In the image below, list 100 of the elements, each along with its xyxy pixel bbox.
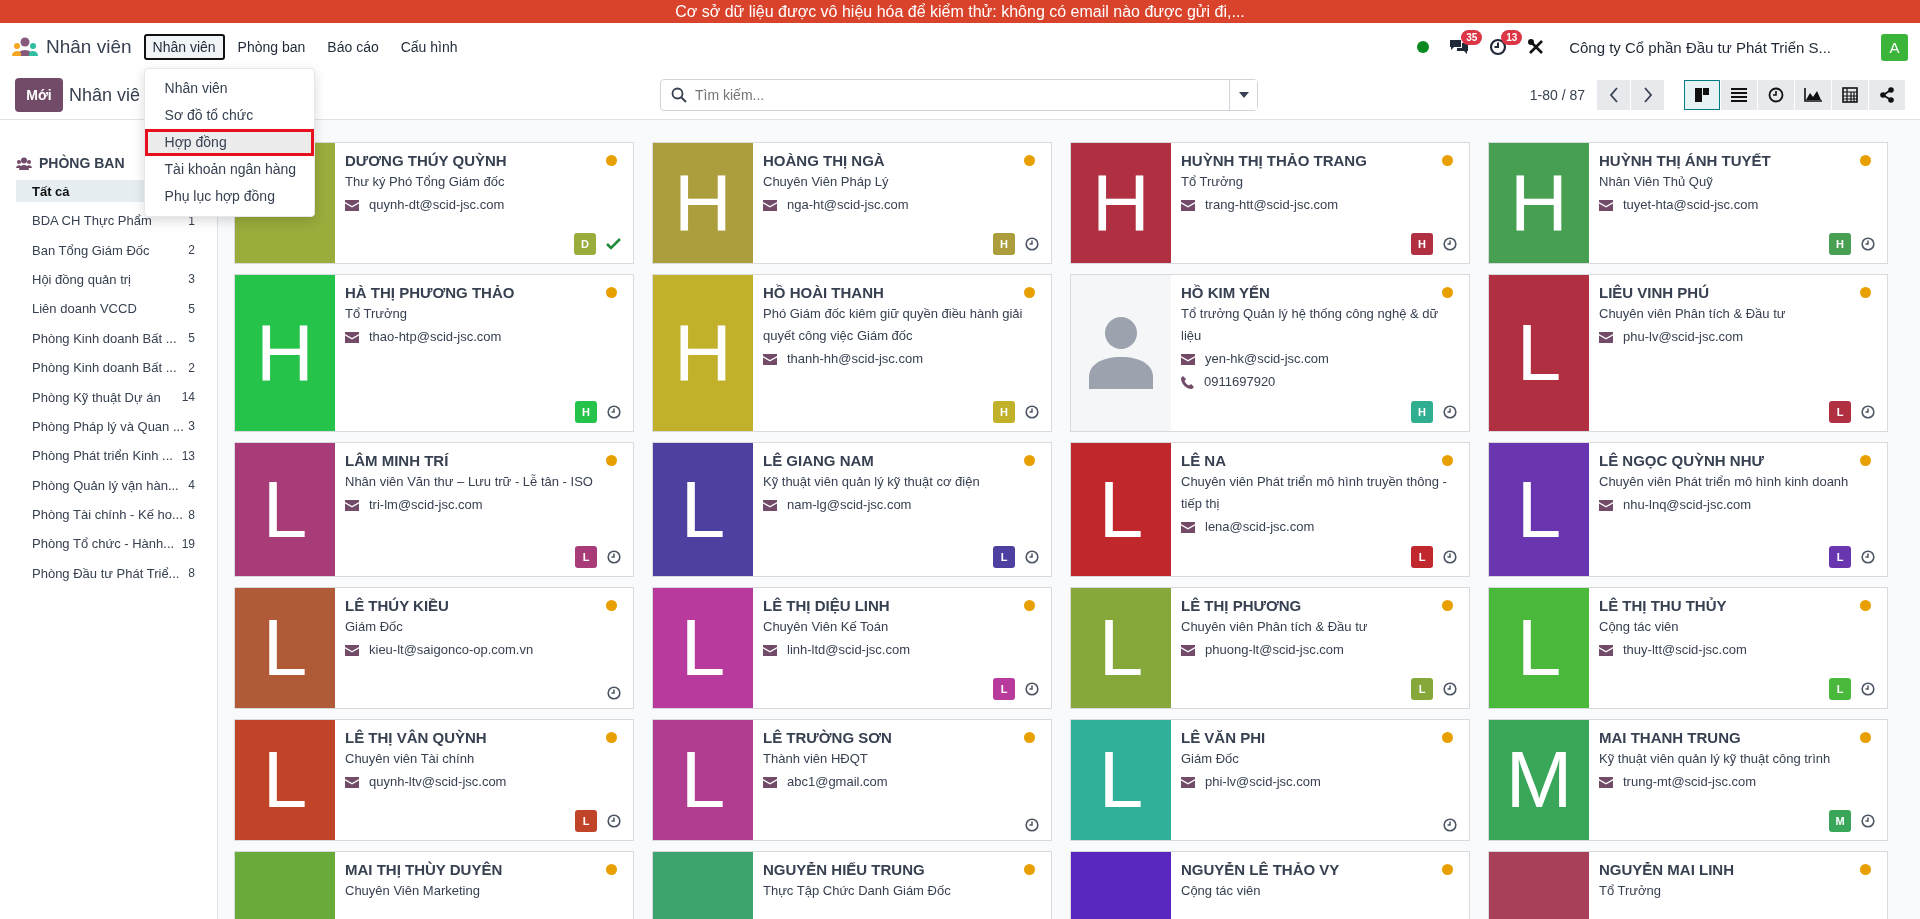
menu-item[interactable]: Báo cáo xyxy=(318,34,388,60)
department-item[interactable]: Phòng Quản lý vận hàn... 4 xyxy=(16,470,209,500)
clock-icon[interactable] xyxy=(1861,682,1875,696)
department-item[interactable]: Phòng Kinh doanh Bất ... 2 xyxy=(16,352,209,383)
search-input[interactable]: Tìm kiếm... xyxy=(693,86,1229,104)
employee-card[interactable]: H HOÀNG THỊ NGÀ Chuyên Viên Pháp Lý nga-ht@scid-jsc.com H xyxy=(652,142,1052,264)
employee-card[interactable]: H HỒ HOÀI THANH Phó Giám đốc kiêm giữ quyền điều hành giải quyết công việc Giám đốc thanh-hh@scid-jsc.com H xyxy=(652,274,1052,432)
tools-icon[interactable] xyxy=(1527,38,1546,56)
company-switcher[interactable]: Công ty Cổ phần Đầu tư Phát Triển S... xyxy=(1569,38,1831,56)
dropdown-item[interactable]: Nhân viên xyxy=(144,75,314,102)
clock-icon[interactable] xyxy=(1489,38,1508,56)
pivot-view-button[interactable] xyxy=(1832,80,1868,110)
share-icon xyxy=(1879,87,1895,103)
employee-card[interactable]: L LÊ THỊ DIỆU LINH Chuyên Viên Kế Toán linh-ltd@scid-jsc.com L xyxy=(652,587,1052,709)
clock-icon[interactable] xyxy=(1443,682,1457,696)
department-count: 19 xyxy=(181,537,195,551)
hierarchy-view-button[interactable] xyxy=(1869,80,1905,110)
employee-card[interactable]: L LIÊU VINH PHÚ Chuyên viên Phân tích & Đầu tư phu-lv@scid-jsc.com L xyxy=(1488,274,1888,432)
clock-icon[interactable] xyxy=(1443,550,1457,564)
employee-name: NGUYỄN MAI LINH xyxy=(1599,861,1734,878)
department-item[interactable]: Phòng Phát triển Kinh ... 13 xyxy=(16,441,209,471)
employee-card[interactable]: L LÊ GIANG NAM Kỹ thuật viên quản lý kỹ thuật cơ điện nam-lg@scid-jsc.com L xyxy=(652,442,1052,577)
employee-card[interactable]: L LÊ TRƯỜNG SƠN Thành viên HĐQT abc1@gmail.com xyxy=(652,719,1052,841)
checkmark-icon[interactable] xyxy=(606,238,621,250)
department-item[interactable]: Hội đồng quản trị 3 xyxy=(16,264,209,295)
activity-view-button[interactable] xyxy=(1758,80,1794,110)
menu-item[interactable]: Nhân viên xyxy=(143,34,225,60)
employee-card[interactable]: MAI THỊ THÙY DUYÊN Chuyên Viên Marketing xyxy=(234,851,634,919)
pager-value[interactable]: 1-80 / 87 xyxy=(1529,87,1585,103)
clock-icon[interactable] xyxy=(1861,237,1875,251)
clock-icon[interactable] xyxy=(607,405,621,419)
list-view-button[interactable] xyxy=(1721,80,1757,110)
clock-icon[interactable] xyxy=(607,686,621,700)
search-bar[interactable]: Tìm kiếm... xyxy=(660,79,1258,111)
employee-card[interactable]: NGUYỄN MAI LINH Tổ Trưởng xyxy=(1488,851,1888,919)
job-title: Giám Đốc xyxy=(1181,750,1240,768)
employee-card[interactable]: NGUYỄN HIẾU TRUNG Thực Tập Chức Danh Giám Đốc xyxy=(652,851,1052,919)
employee-name: LÊ THỊ THU THỦY xyxy=(1599,597,1727,614)
employee-card[interactable]: HỒ KIM YẾN Tổ trưởng Quản lý hệ thống công nghệ & dữ liệu yen-hk@scid-jsc.com 0911697920 H xyxy=(1070,274,1470,432)
menu-item[interactable]: Phòng ban xyxy=(228,34,315,60)
employee-card[interactable]: L LÊ NA Chuyên viên Phát triển mô hình truyền thông - tiếp thị lena@scid-jsc.com L xyxy=(1070,442,1470,577)
department-item[interactable]: Phòng Pháp lý và Quan ... 3 xyxy=(16,411,209,442)
user-badge[interactable]: L xyxy=(993,678,1015,700)
clock-icon[interactable] xyxy=(1443,405,1457,419)
clock-icon[interactable] xyxy=(1025,237,1039,251)
department-item[interactable]: Phòng Đầu tư Phát Triể... 8 xyxy=(16,558,209,589)
user-badge[interactable]: L xyxy=(993,546,1015,568)
app-name[interactable]: Nhân viên xyxy=(46,36,132,58)
clock-icon[interactable] xyxy=(1861,405,1875,419)
search-options-button[interactable] xyxy=(1229,80,1257,110)
department-item[interactable]: Phòng Kinh doanh Bất ... 5 xyxy=(16,323,209,353)
email-text: phu-lv@scid-jsc.com xyxy=(1623,328,1744,346)
user-badge[interactable]: L xyxy=(1411,546,1433,568)
employee-card[interactable]: L LÊ THỊ PHƯƠNG Chuyên viên Phân tích & Đầu tư phuong-lt@scid-jsc.com L xyxy=(1070,587,1470,709)
department-count: 3 xyxy=(188,272,195,287)
kanban-view-button[interactable] xyxy=(1684,80,1720,110)
employee-card[interactable]: L LÊ NGỌC QUỲNH NHƯ Chuyên viên Phát triển mô hình kinh doanh nhu-lnq@scid-jsc.com L xyxy=(1488,442,1888,577)
clock-icon[interactable] xyxy=(607,814,621,828)
envelope-icon xyxy=(345,499,359,511)
employee-card[interactable]: L LÊ THỊ VÂN QUỲNH Chuyên viên Tài chính quynh-ltv@scid-jsc.com L xyxy=(234,719,634,841)
department-item[interactable]: Liên doanh VCCD 5 xyxy=(16,294,209,324)
next-button[interactable] xyxy=(1631,80,1664,110)
employee-card[interactable]: L LÊ THÚY KIỀU Giám Đốc kieu-lt@saigonco-op.com.vn xyxy=(234,587,634,709)
employee-name: LIÊU VINH PHÚ xyxy=(1599,284,1709,301)
employee-card[interactable]: L LÊ VĂN PHI Giám Đốc phi-lv@scid-jsc.com xyxy=(1070,719,1470,841)
department-item[interactable]: Phòng Kỹ thuật Dự án 14 xyxy=(16,382,209,412)
people-logo-icon[interactable] xyxy=(12,37,38,57)
graph-view-button[interactable] xyxy=(1795,80,1831,110)
menu-item[interactable]: Cấu hình xyxy=(391,34,467,60)
user-badge[interactable]: L xyxy=(1829,401,1851,423)
clock-icon[interactable] xyxy=(1443,818,1457,832)
clock-icon[interactable] xyxy=(1025,405,1039,419)
user-badge[interactable]: H xyxy=(1411,233,1433,255)
dropdown-item[interactable]: Hợp đồng xyxy=(144,129,314,156)
department-item[interactable]: Phòng Tài chính - Kế ho... 8 xyxy=(16,499,209,530)
clock-icon[interactable] xyxy=(1443,237,1457,251)
employee-card[interactable]: M MAI THANH TRUNG Kỹ thuật viên quản lý kỹ thuật công trình trung-mt@scid-jsc.com M xyxy=(1488,719,1888,841)
employee-name: HUỲNH THỊ THẢO TRANG xyxy=(1181,152,1367,169)
job-title: Thành viên HĐQT xyxy=(763,750,869,768)
user-badge[interactable]: L xyxy=(575,810,597,832)
employee-card[interactable]: L LÊ THỊ THU THỦY Cộng tác viên thuy-ltt@scid-jsc.com L xyxy=(1488,587,1888,709)
employee-card[interactable]: NGUYỄN LÊ THẢO VY Cộng tác viên xyxy=(1070,851,1470,919)
clock-icon[interactable] xyxy=(1025,682,1039,696)
employee-card[interactable]: H HUỲNH THỊ ÁNH TUYẾT Nhân Viên Thủ Quỹ tuyet-hta@scid-jsc.com H xyxy=(1488,142,1888,264)
clock-icon[interactable] xyxy=(1861,550,1875,564)
department-item[interactable]: Phòng Tổ chức - Hành... 19 xyxy=(16,529,209,559)
dropdown-item[interactable]: Sơ đồ tổ chức xyxy=(144,102,314,129)
clock-icon[interactable] xyxy=(1861,814,1875,828)
previous-button[interactable] xyxy=(1597,80,1630,110)
new-button[interactable]: Mới xyxy=(15,78,63,112)
clock-icon[interactable] xyxy=(607,550,621,564)
user-badge[interactable]: L xyxy=(575,546,597,568)
user-badge[interactable]: L xyxy=(1829,546,1851,568)
clock-icon[interactable] xyxy=(1025,550,1039,564)
employee-card[interactable]: H HÀ THỊ PHƯƠNG THẢO Tổ Trưởng thao-htp@scid-jsc.com H xyxy=(234,274,634,432)
employee-card[interactable]: L LÂM MINH TRÍ Nhân viên Văn thư – Lưu trữ - Lễ tân - ISO tri-lm@scid-jsc.com L xyxy=(234,442,634,577)
clock-icon[interactable] xyxy=(1025,818,1039,832)
department-item[interactable]: Ban Tổng Giám Đốc 2 xyxy=(16,235,209,265)
employee-card[interactable]: H HUỲNH THỊ THẢO TRANG Tổ Trưởng trang-htt@scid-jsc.com H xyxy=(1070,142,1470,264)
department-name: Phòng Đầu tư Phát Triể... xyxy=(32,565,180,581)
